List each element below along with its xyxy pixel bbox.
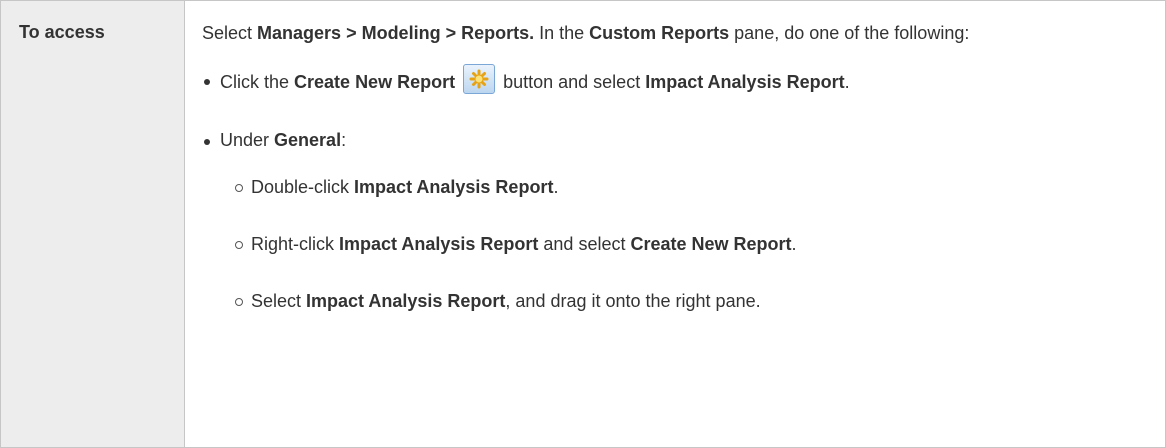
custom-reports-pane-name: Custom Reports — [589, 23, 730, 43]
sub3-text-2: , and drag it onto the right pane. — [505, 291, 761, 311]
sub2-text-2: and select — [538, 234, 631, 254]
access-instructions: Select Managers > Modeling > Reports. In… — [185, 1, 1165, 447]
list-item-create-new: Click the Create New Report button and s… — [202, 64, 1147, 99]
sub2-report-name: Impact Analysis Report — [339, 234, 539, 254]
create-new-report-icon — [463, 64, 496, 94]
intro-text-2: In the — [534, 23, 590, 43]
sub3-text-1: Select — [251, 291, 307, 311]
general-label: General — [274, 130, 342, 150]
option-list: Click the Create New Report button and s… — [202, 64, 1147, 318]
sub1-text-1: Double-click — [251, 177, 355, 197]
sub2-text-1: Right-click — [251, 234, 340, 254]
intro-paragraph: Select Managers > Modeling > Reports. In… — [202, 17, 1147, 50]
menu-path: Managers > Modeling > Reports. — [257, 23, 535, 43]
sub-item-right-click: Right-click Impact Analysis Report and s… — [220, 228, 1147, 261]
sub2-text-3: . — [791, 234, 797, 254]
create-new-report-label: Create New Report — [294, 72, 456, 92]
sub2-create-new-report: Create New Report — [630, 234, 792, 254]
sub3-report-name: Impact Analysis Report — [306, 291, 506, 311]
bullet2-text-2: : — [341, 130, 347, 150]
intro-text-1: Select — [202, 23, 258, 43]
sub1-report-name: Impact Analysis Report — [354, 177, 554, 197]
bullet1-text-3: . — [844, 72, 850, 92]
bullet1-text-2: button and select — [498, 72, 646, 92]
intro-text-3: pane, do one of the following: — [729, 23, 970, 43]
bullet2-text-1: Under — [220, 130, 275, 150]
list-item-under-general: Under General: Double-click Impact Analy… — [202, 124, 1147, 318]
sub1-text-2: . — [553, 177, 559, 197]
bullet1-text-1: Click the — [220, 72, 295, 92]
sub-item-drag: Select Impact Analysis Report, and drag … — [220, 285, 1147, 318]
impact-analysis-report-label: Impact Analysis Report — [645, 72, 845, 92]
sub-item-double-click: Double-click Impact Analysis Report. — [220, 171, 1147, 204]
access-table: To access Select Managers > Modeling > R… — [0, 0, 1166, 448]
to-access-label: To access — [1, 1, 185, 447]
general-sub-list: Double-click Impact Analysis Report. Rig… — [220, 171, 1147, 318]
